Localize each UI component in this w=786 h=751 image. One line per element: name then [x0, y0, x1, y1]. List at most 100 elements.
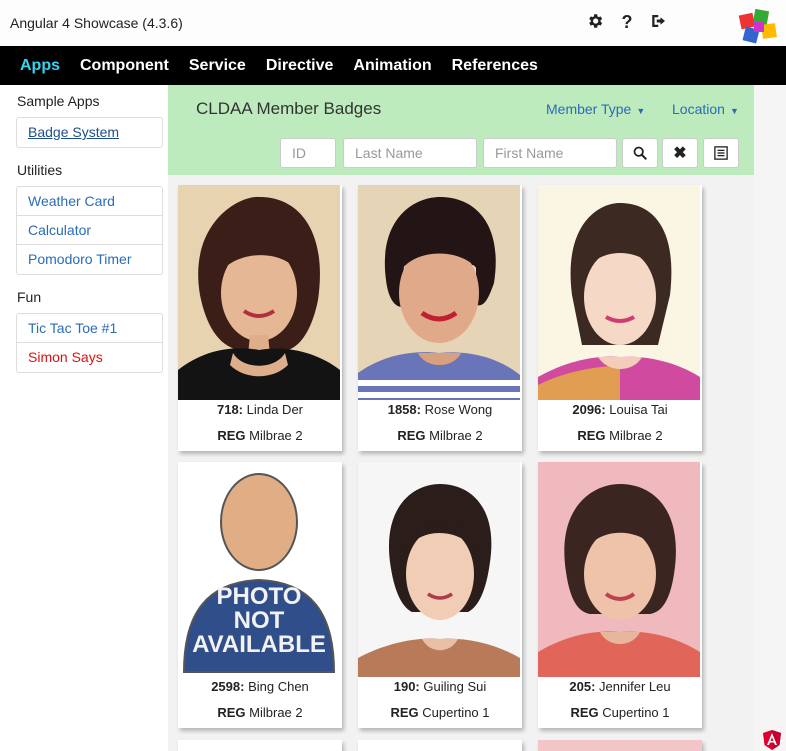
nav-apps[interactable]: Apps: [10, 57, 70, 75]
panel-title: CLDAA Member Badges: [196, 99, 382, 118]
location-dropdown[interactable]: Location ▼: [672, 101, 739, 117]
sidebar-item-calculator[interactable]: Calculator: [17, 216, 162, 245]
member-name: Bing Chen: [248, 679, 309, 694]
right-margin: [754, 85, 786, 751]
main-nav: Apps Component Service Directive Animati…: [0, 46, 786, 85]
sidebar-item-weather-card[interactable]: Weather Card: [17, 187, 162, 216]
nav-directive[interactable]: Directive: [256, 57, 344, 75]
member-name: Linda Der: [246, 402, 304, 417]
nav-animation[interactable]: Animation: [343, 57, 441, 75]
member-photo: [178, 185, 340, 400]
badge-name-line: 190: Guiling Sui: [358, 679, 522, 694]
placeholder-line-2: NOT: [234, 607, 285, 634]
badge-card-partial[interactable]: [178, 740, 342, 751]
badge-card-partial[interactable]: [358, 740, 522, 751]
badge-name-line: 718: Linda Der: [178, 402, 342, 417]
member-name: Jennifer Leu: [599, 679, 671, 694]
member-name: Louisa Tai: [609, 402, 668, 417]
member-id: 2096:: [572, 402, 606, 417]
gear-icon[interactable]: [585, 12, 605, 35]
member-id: 718:: [216, 402, 244, 417]
angular-logo-icon: [763, 730, 781, 750]
badge-card[interactable]: 205: Jennifer Leu REG Cupertino 1: [538, 462, 702, 728]
member-location: Cupertino 1: [602, 705, 670, 720]
toolbar-icons: ?: [585, 12, 669, 35]
member-type: REG: [390, 705, 419, 720]
id-input[interactable]: [280, 138, 336, 168]
placeholder-line-1: PHOTO: [217, 583, 302, 610]
clear-button[interactable]: ✖: [662, 138, 698, 168]
member-photo: [538, 462, 700, 677]
badge-name-line: 2598: Bing Chen: [178, 679, 342, 694]
badge-reg-line: REG Milbrae 2: [178, 428, 342, 443]
member-type-label: Member Type: [546, 101, 632, 117]
list-view-button[interactable]: [703, 138, 739, 168]
sidebar-list-fun: Tic Tac Toe #1 Simon Says: [16, 313, 163, 373]
sidebar-group-title-utilities: Utilities: [17, 162, 63, 178]
sidebar-item-simon-says[interactable]: Simon Says: [17, 343, 162, 372]
member-name: Rose Wong: [424, 402, 493, 417]
member-id: 2598:: [211, 679, 245, 694]
badge-name-line: 205: Jennifer Leu: [538, 679, 702, 694]
member-type: REG: [217, 705, 246, 720]
help-icon[interactable]: ?: [617, 12, 637, 35]
member-location: Milbrae 2: [249, 705, 303, 720]
search-button[interactable]: [622, 138, 658, 168]
nav-service[interactable]: Service: [179, 57, 256, 75]
sidebar: Sample Apps Badge System Utilities Weath…: [0, 85, 168, 751]
member-id: 1858:: [387, 402, 421, 417]
sign-out-icon[interactable]: [649, 12, 669, 35]
badge-filter-panel: CLDAA Member Badges Member Type ▼ Locatio…: [168, 85, 754, 175]
member-location: Milbrae 2: [609, 428, 663, 443]
member-type: REG: [570, 705, 599, 720]
member-photo: [358, 462, 520, 677]
badge-card[interactable]: 1858: Rose Wong REG Milbrae 2: [358, 185, 522, 451]
badge-reg-line: REG Milbrae 2: [178, 705, 342, 720]
member-id: 190:: [393, 679, 420, 694]
member-location: Milbrae 2: [249, 428, 303, 443]
app-logo: [736, 6, 780, 46]
nav-references[interactable]: References: [442, 57, 548, 75]
sidebar-list-utilities: Weather Card Calculator Pomodoro Timer: [16, 186, 163, 275]
badge-reg-line: REG Milbrae 2: [538, 428, 702, 443]
member-type: REG: [397, 428, 426, 443]
badge-name-line: 1858: Rose Wong: [358, 402, 522, 417]
sidebar-list-sample-apps: Badge System: [16, 117, 163, 148]
badge-card[interactable]: 718: Linda Der REG Milbrae 2: [178, 185, 342, 451]
member-type-dropdown[interactable]: Member Type ▼: [546, 101, 645, 117]
member-id: 205:: [569, 679, 596, 694]
member-photo: [538, 185, 700, 400]
badge-reg-line: REG Cupertino 1: [538, 705, 702, 720]
badge-card-partial[interactable]: [538, 740, 702, 751]
list-icon: [714, 146, 728, 160]
first-name-input[interactable]: [483, 138, 617, 168]
photo-not-available: PHOTO NOT AVAILABLE: [178, 462, 340, 677]
badge-card[interactable]: 2096: Louisa Tai REG Milbrae 2: [538, 185, 702, 451]
caret-down-icon: ▼: [729, 106, 739, 116]
last-name-input[interactable]: [343, 138, 477, 168]
sidebar-group-title-sample-apps: Sample Apps: [17, 93, 100, 109]
badge-card[interactable]: 190: Guiling Sui REG Cupertino 1: [358, 462, 522, 728]
sidebar-item-tic-tac-toe[interactable]: Tic Tac Toe #1: [17, 314, 162, 343]
location-label: Location: [672, 101, 725, 117]
member-type: REG: [577, 428, 606, 443]
member-type: REG: [217, 428, 246, 443]
caret-down-icon: ▼: [636, 106, 646, 116]
close-icon: ✖: [673, 145, 687, 162]
member-photo: [358, 185, 520, 400]
app-title: Angular 4 Showcase (4.3.6): [10, 15, 183, 31]
member-name: Guiling Sui: [423, 679, 487, 694]
badge-reg-line: REG Cupertino 1: [358, 705, 522, 720]
badge-card[interactable]: PHOTO NOT AVAILABLE 2598: Bing Chen REG …: [178, 462, 342, 728]
member-location: Cupertino 1: [422, 705, 490, 720]
title-bar: Angular 4 Showcase (4.3.6) ?: [0, 0, 786, 46]
placeholder-line-3: AVAILABLE: [192, 631, 326, 658]
member-location: Milbrae 2: [429, 428, 483, 443]
sidebar-group-title-fun: Fun: [17, 289, 42, 305]
search-icon: [633, 146, 647, 160]
sidebar-item-badge-system[interactable]: Badge System: [17, 118, 162, 147]
badge-reg-line: REG Milbrae 2: [358, 428, 522, 443]
sidebar-item-pomodoro-timer[interactable]: Pomodoro Timer: [17, 245, 162, 274]
main-content: CLDAA Member Badges Member Type ▼ Locatio…: [168, 85, 754, 751]
nav-component[interactable]: Component: [70, 57, 179, 75]
